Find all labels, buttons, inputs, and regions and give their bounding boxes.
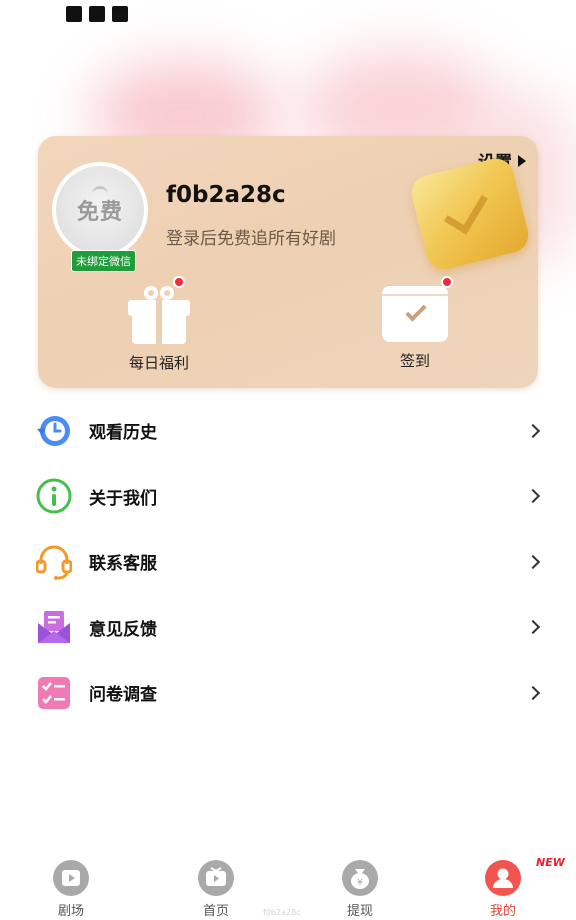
history-clock-icon xyxy=(36,413,72,449)
menu-label: 联系客服 xyxy=(89,554,157,575)
money-bag-icon: ¥ xyxy=(342,860,378,896)
sign-in-button[interactable]: 签到 xyxy=(370,276,460,371)
status-block xyxy=(112,6,128,22)
status-block xyxy=(66,6,82,22)
check-mark-icon xyxy=(443,185,488,235)
chevron-right-icon xyxy=(525,554,541,569)
gift-icon xyxy=(128,286,190,344)
chevron-right-icon xyxy=(525,489,541,504)
tv-play-icon xyxy=(198,860,234,896)
menu-label: 关于我们 xyxy=(89,488,157,509)
tab-label: 提现 xyxy=(346,904,373,919)
tab-label: 首页 xyxy=(202,904,229,919)
coin-badge-icon xyxy=(407,154,533,274)
menu-label: 问卷调查 xyxy=(89,685,157,706)
watermark: f0b2a28c xyxy=(263,908,301,917)
headset-icon xyxy=(36,544,72,580)
daily-benefit-label: 每日福利 xyxy=(128,354,189,372)
menu-item-customer-service[interactable]: 联系客服 xyxy=(0,529,576,595)
menu-item-feedback[interactable]: 意见反馈 xyxy=(0,595,576,661)
tab-home[interactable]: 首页 xyxy=(171,860,261,919)
menu-item-watch-history[interactable]: 观看历史 xyxy=(0,398,576,464)
menu-label: 观看历史 xyxy=(89,423,157,444)
menu-label: 意见反馈 xyxy=(89,619,157,640)
status-indicators xyxy=(66,6,128,22)
tab-label: 剧场 xyxy=(57,904,84,919)
menu-item-about-us[interactable]: 关于我们 xyxy=(0,464,576,530)
chevron-right-icon xyxy=(525,685,541,700)
chevron-right-icon xyxy=(525,620,541,635)
play-arrow-icon xyxy=(518,154,526,167)
tab-withdraw[interactable]: ¥ 提现 xyxy=(315,860,405,919)
tab-mine[interactable]: 我的 xyxy=(458,860,548,919)
username: f0b2a28c xyxy=(166,182,286,208)
calendar-check-icon xyxy=(382,286,448,342)
daily-benefit-button[interactable]: 每日福利 xyxy=(114,276,204,373)
user-icon xyxy=(485,860,521,896)
notification-dot xyxy=(441,276,453,288)
sign-in-label: 签到 xyxy=(399,352,430,370)
menu-item-survey[interactable]: 问卷调查 xyxy=(0,660,576,726)
profile-card: 设置 免费 未绑定微信 f0b2a28c 登录后免费追所有好剧 每日福利 签到 xyxy=(38,136,538,388)
new-badge: NEW xyxy=(536,856,565,869)
avatar[interactable]: 免费 xyxy=(52,162,148,258)
tv-antenna-icon xyxy=(92,186,108,194)
checklist-icon xyxy=(36,675,72,711)
info-icon xyxy=(36,478,72,514)
notification-dot xyxy=(173,276,185,288)
theater-icon xyxy=(53,860,89,896)
tab-label: 我的 xyxy=(489,904,516,919)
wechat-bind-badge[interactable]: 未绑定微信 xyxy=(71,250,136,272)
avatar-image: 免费 xyxy=(56,166,144,254)
feedback-envelope-icon xyxy=(36,609,72,645)
status-block xyxy=(89,6,105,22)
settings-menu: 观看历史 关于我们 联系客服 意见反馈 问卷调查 xyxy=(0,398,576,726)
avatar-text: 免费 xyxy=(76,200,123,225)
svg-text:¥: ¥ xyxy=(357,878,363,888)
chevron-right-icon xyxy=(525,423,541,438)
tab-theater[interactable]: 剧场 xyxy=(26,860,116,919)
login-tagline[interactable]: 登录后免费追所有好剧 xyxy=(166,224,336,249)
